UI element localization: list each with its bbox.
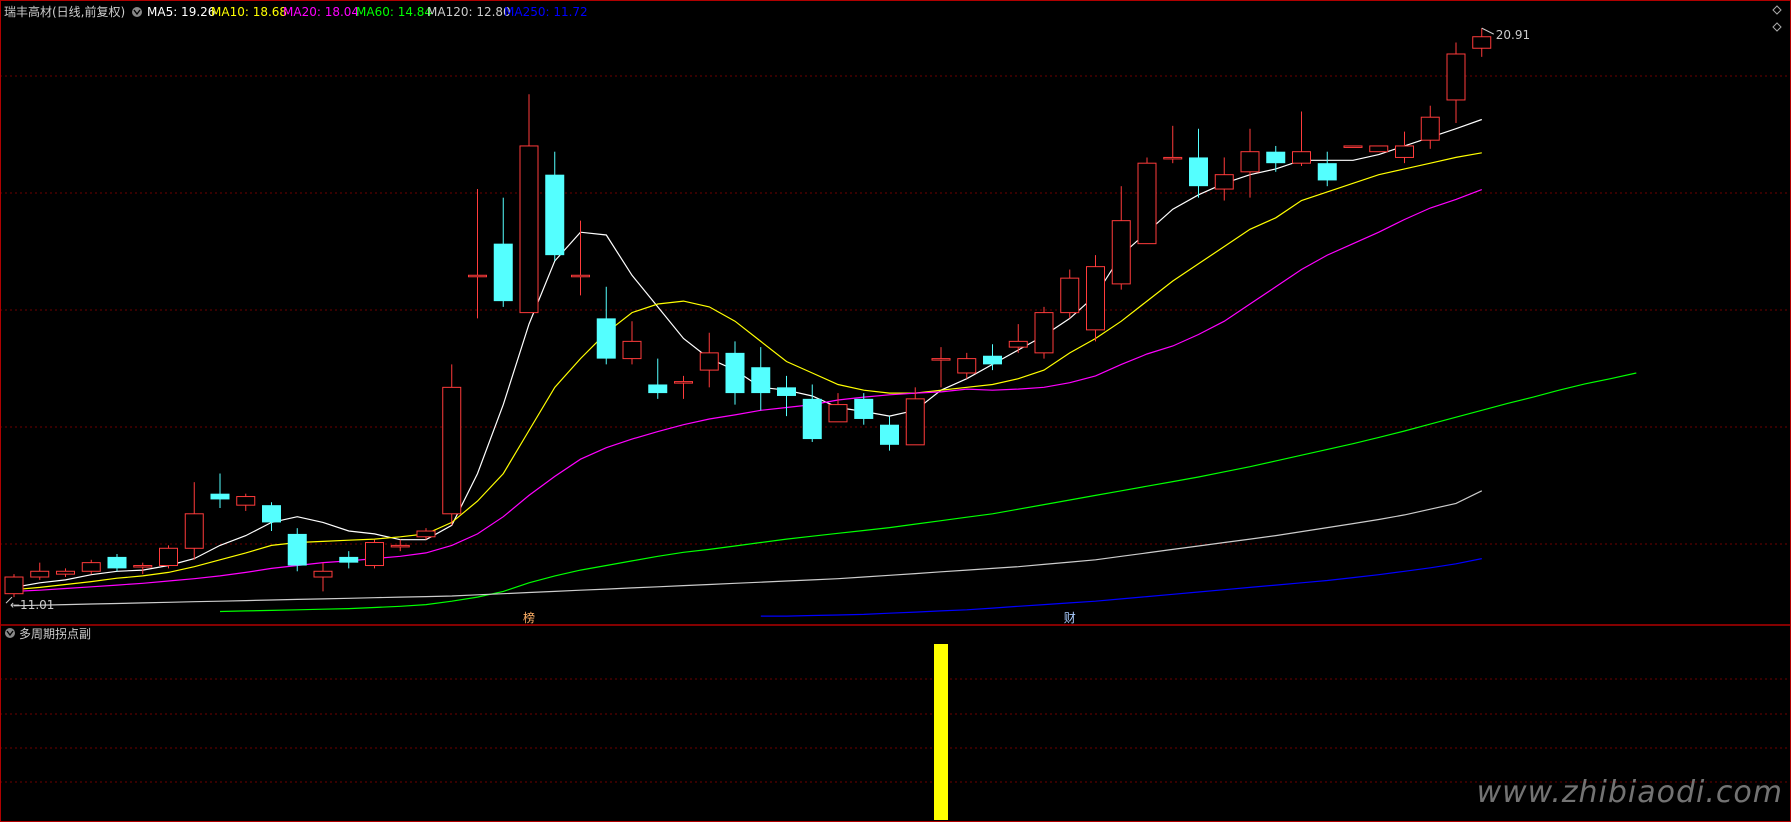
candle-body — [1317, 163, 1337, 181]
candle[interactable] — [159, 545, 178, 569]
candle[interactable] — [1086, 255, 1105, 342]
candle-body — [1446, 53, 1466, 101]
stock-chart[interactable]: 20.91 ←11.01 榜 财 多周期拐点副 瑞丰高材(日线,前复权) MA5: 19… — [0, 0, 1791, 822]
candle-body — [828, 404, 848, 423]
candle-body — [699, 352, 719, 371]
candle-body — [339, 556, 359, 563]
candle-body — [545, 174, 565, 256]
candle-body — [210, 493, 230, 500]
candle-body — [777, 387, 796, 396]
candle-body — [365, 542, 384, 567]
ma-legend-ma60: MA60: 14.84 — [356, 5, 432, 19]
candle-body — [1395, 145, 1414, 158]
candle-body — [313, 570, 333, 578]
candle-body — [648, 384, 668, 394]
candle-body — [390, 544, 410, 548]
candle-body — [1369, 145, 1389, 153]
candle-body — [1266, 151, 1286, 164]
ma-legend-ma250: MA250: 11.72 — [504, 5, 588, 19]
candle-body — [1111, 220, 1131, 285]
indicator-collapse-icon — [5, 628, 15, 638]
candle-body — [1008, 340, 1028, 348]
candle-body — [880, 424, 899, 445]
candle-body — [1420, 116, 1440, 141]
candle-body — [931, 358, 951, 361]
chart-title: 瑞丰高材(日线,前复权) — [4, 4, 125, 19]
ma-legend-ma10: MA10: 18.68 — [211, 5, 287, 19]
candle-body — [751, 367, 771, 394]
candle[interactable] — [1034, 306, 1054, 359]
ma-legend-ma20: MA20: 18.04 — [283, 5, 359, 19]
indicator-bar — [934, 644, 948, 820]
low-price-label: ←11.01 — [10, 598, 54, 612]
candle-body — [1086, 266, 1105, 331]
candle-body — [133, 565, 153, 568]
candle-body — [905, 398, 925, 446]
high-price-label: 20.91 — [1496, 28, 1530, 42]
candle[interactable] — [1343, 145, 1363, 148]
candle-body — [725, 352, 745, 394]
candle-body — [4, 576, 24, 595]
candle-body — [1163, 156, 1183, 160]
watermark: www.zhibiaodi.com — [1476, 775, 1783, 810]
ma-legend-ma5: MA5: 19.26 — [147, 5, 215, 19]
candle[interactable] — [1369, 145, 1389, 153]
candle-body — [1472, 36, 1492, 49]
event-marker: 财 — [1064, 611, 1076, 625]
candle-body — [81, 562, 101, 572]
candle-body — [56, 570, 75, 575]
candle-body — [1034, 312, 1054, 354]
candle-body — [1292, 151, 1311, 164]
indicator-title: 多周期拐点副 — [19, 626, 91, 641]
event-marker: 榜 — [523, 610, 535, 625]
candle-body — [1189, 157, 1208, 187]
settings-dot-icon — [132, 7, 142, 17]
candle[interactable] — [442, 364, 462, 526]
candle[interactable] — [1137, 157, 1157, 245]
candle-body — [802, 398, 822, 440]
candle-body — [107, 556, 127, 569]
candle-body — [184, 513, 204, 549]
candle-body — [854, 398, 874, 419]
candle-body — [571, 274, 590, 278]
candle-body — [596, 318, 616, 359]
ma-legend-ma120: MA120: 12.80 — [427, 5, 511, 19]
candle-body — [519, 145, 539, 314]
candle-body — [30, 570, 50, 578]
candle-body — [957, 358, 977, 374]
candle-body — [442, 386, 462, 515]
candle-body — [416, 530, 436, 538]
candle-body — [983, 355, 1002, 365]
candle-body — [1137, 162, 1157, 245]
candle-body — [1240, 151, 1260, 173]
candle-body — [262, 505, 281, 523]
candle-body — [674, 381, 693, 384]
candle-body — [287, 533, 307, 566]
candle[interactable] — [365, 539, 384, 569]
candle-body — [1060, 277, 1080, 314]
candle-body — [1343, 145, 1363, 148]
candle-body — [468, 274, 487, 278]
candle[interactable] — [4, 574, 24, 598]
candle[interactable] — [287, 528, 307, 572]
chart-background — [0, 0, 1791, 822]
candle-body — [159, 547, 178, 567]
candle-body — [1214, 174, 1234, 190]
candle-body — [236, 496, 256, 506]
candle-body — [493, 243, 513, 302]
candle-body — [622, 340, 642, 360]
